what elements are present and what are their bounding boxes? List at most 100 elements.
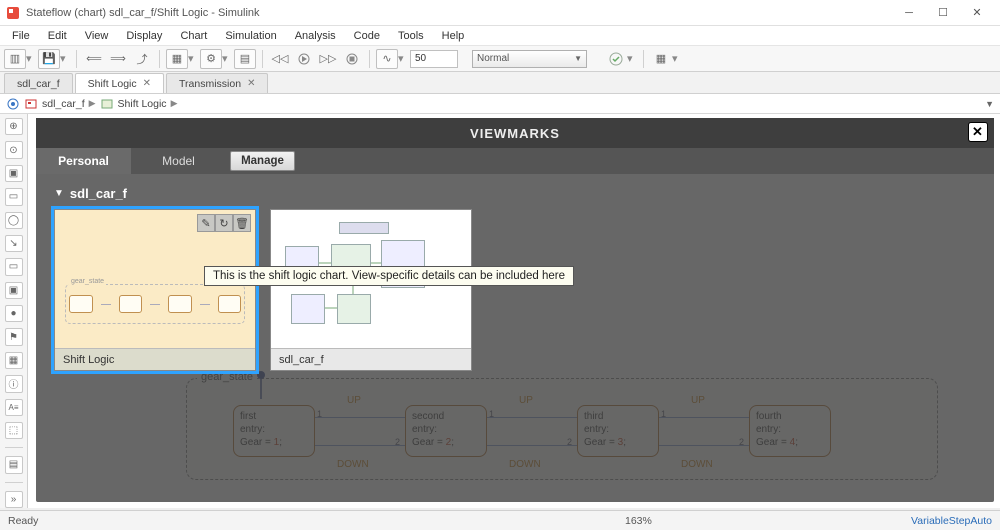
record-icon[interactable]: ● [5, 305, 23, 322]
viewmarks-manage-button[interactable]: Manage [230, 151, 295, 171]
viewmark-thumb-sdl-car-f[interactable]: sdl_car_f [270, 209, 472, 371]
new-dropdown[interactable]: ▾ [26, 52, 32, 65]
document-tabs: sdl_car_f Shift Logic ✕ Transmission ✕ [0, 72, 1000, 94]
oval-icon[interactable]: ◯ [5, 212, 23, 229]
rect-icon[interactable]: ▭ [5, 188, 23, 205]
image-icon[interactable]: ▣ [5, 282, 23, 299]
scope-button[interactable]: ∿ [376, 49, 398, 69]
stop-button[interactable] [341, 49, 363, 69]
target-icon[interactable]: ⊕ [5, 118, 23, 135]
step-back-button[interactable]: ◁◁ [269, 49, 291, 69]
titlebar: Stateflow (chart) sdl_car_f/Shift Logic … [0, 0, 1000, 26]
library-dropdown[interactable]: ▾ [188, 52, 194, 65]
menu-help[interactable]: Help [434, 28, 473, 44]
main-area: ⊕ ⊙ ▣ ▭ ◯ ↘ ▭ ▣ ● ⚑ ▦ ⓘ A≡ ⬚ ▤ » gear_st… [0, 114, 1000, 508]
tab-transmission[interactable]: Transmission ✕ [166, 73, 268, 93]
scope-dropdown[interactable]: ▾ [398, 52, 404, 65]
menu-tools[interactable]: Tools [390, 28, 432, 44]
fit-icon[interactable]: ▣ [5, 165, 23, 182]
menu-simulation[interactable]: Simulation [217, 28, 284, 44]
separator [262, 50, 263, 68]
toolbar: ▥▾ 💾▾ ⟸ ⟹ ⤴ ▦▾ ⚙▾ ▤ ◁◁ ▷▷ ∿▾ Normal▼ ▾ ▦… [0, 46, 1000, 72]
arrow-icon[interactable]: ↘ [5, 235, 23, 252]
label-icon[interactable]: A≡ [5, 399, 23, 416]
menu-chart[interactable]: Chart [172, 28, 215, 44]
step-forward-button[interactable]: ▷▷ [317, 49, 339, 69]
menu-display[interactable]: Display [118, 28, 170, 44]
menu-analysis[interactable]: Analysis [287, 28, 344, 44]
menu-file[interactable]: File [4, 28, 38, 44]
expand-icon[interactable]: » [5, 491, 23, 508]
thumb-caption: Shift Logic [55, 348, 255, 370]
palette: ⊕ ⊙ ▣ ▭ ◯ ↘ ▭ ▣ ● ⚑ ▦ ⓘ A≡ ⬚ ▤ » [0, 114, 28, 508]
stop-time-input[interactable] [410, 50, 458, 68]
viewmark-thumb-shift-logic[interactable]: ✎ ↻ 🗑 gear_state [54, 209, 256, 371]
crumb-root[interactable]: sdl_car_f [42, 98, 85, 110]
viewmarks-section-header[interactable]: ▼ sdl_car_f [54, 186, 976, 201]
window-controls: ─ ☐ ✕ [892, 2, 994, 24]
tab-close-icon[interactable]: ✕ [143, 78, 151, 89]
viewmarks-tabbar: Personal Model Manage [36, 148, 994, 174]
viewmarks-tab-personal[interactable]: Personal [36, 148, 131, 174]
palette-separator [5, 482, 23, 483]
menu-code[interactable]: Code [346, 28, 388, 44]
tab-label: Shift Logic [88, 78, 137, 90]
status-solver[interactable]: VariableStepAuto [911, 515, 992, 527]
close-button[interactable]: ✕ [960, 2, 994, 24]
crumb-current[interactable]: Shift Logic [118, 98, 167, 110]
tab-close-icon[interactable]: ✕ [247, 78, 255, 89]
separator [643, 50, 644, 68]
tab-label: Transmission [179, 78, 241, 90]
separator [76, 50, 77, 68]
back-button[interactable]: ⟸ [83, 49, 105, 69]
menu-view[interactable]: View [77, 28, 117, 44]
checkmark-dropdown[interactable]: ▾ [627, 52, 633, 65]
checkmark-button[interactable] [605, 49, 627, 69]
menu-edit[interactable]: Edit [40, 28, 75, 44]
new-button[interactable]: ▥ [4, 49, 26, 69]
breadcrumb-menu[interactable]: ▼ [985, 99, 994, 109]
canvas[interactable]: gear_state firstentry:Gear = 1; seconden… [28, 114, 1000, 508]
status-ready: Ready [8, 515, 38, 527]
up-button[interactable]: ⤴ [131, 49, 153, 69]
schedule-dropdown[interactable]: ▾ [672, 52, 678, 65]
tab-label: sdl_car_f [17, 78, 60, 90]
library-button[interactable]: ▦ [166, 49, 188, 69]
minimize-button[interactable]: ─ [892, 2, 926, 24]
model-config-button[interactable]: ⚙ [200, 49, 222, 69]
nav-target-icon[interactable] [6, 97, 20, 111]
flag-icon[interactable]: ⚑ [5, 328, 23, 345]
crumb-separator: ▶ [171, 98, 178, 109]
viewmarks-thumbs: ✎ ↻ 🗑 gear_state [54, 209, 976, 371]
viewmarks-tab-model[interactable]: Model [131, 148, 226, 174]
zoom-icon[interactable]: ⊙ [5, 141, 23, 158]
viewmarks-panel: VIEWMARKS ✕ Personal Model Manage ▼ sdl_… [36, 118, 994, 502]
save-dropdown[interactable]: ▾ [60, 52, 66, 65]
forward-button[interactable]: ⟹ [107, 49, 129, 69]
graph-icon[interactable]: ⬚ [5, 422, 23, 439]
tab-sdl-car-f[interactable]: sdl_car_f [4, 73, 73, 93]
maximize-button[interactable]: ☐ [926, 2, 960, 24]
section-label: sdl_car_f [70, 186, 127, 201]
table-icon[interactable]: ▦ [5, 352, 23, 369]
tab-shift-logic[interactable]: Shift Logic ✕ [75, 73, 164, 93]
viewmarks-close-button[interactable]: ✕ [968, 122, 988, 142]
info-icon[interactable]: ⓘ [5, 375, 23, 392]
sim-mode-select[interactable]: Normal▼ [472, 50, 587, 68]
book-icon[interactable]: ▤ [5, 456, 23, 473]
model-config-dropdown[interactable]: ▾ [222, 52, 228, 65]
crumb-separator: ▶ [89, 98, 96, 109]
explorer-button[interactable]: ▤ [234, 49, 256, 69]
save-button[interactable]: 💾 [38, 49, 60, 69]
disclosure-icon: ▼ [54, 188, 64, 199]
schedule-button[interactable]: ▦ [650, 49, 672, 69]
run-button[interactable] [293, 49, 315, 69]
viewmarks-header: VIEWMARKS ✕ [36, 118, 994, 148]
statusbar: Ready 163% VariableStepAuto [0, 510, 1000, 530]
window-title: Stateflow (chart) sdl_car_f/Shift Logic … [26, 7, 892, 19]
chart-icon [100, 97, 114, 111]
app-icon [6, 6, 20, 20]
viewmarks-body: ▼ sdl_car_f ✎ ↻ 🗑 gear_state [36, 174, 994, 383]
text-icon[interactable]: ▭ [5, 258, 23, 275]
thumb-caption: sdl_car_f [271, 348, 471, 370]
